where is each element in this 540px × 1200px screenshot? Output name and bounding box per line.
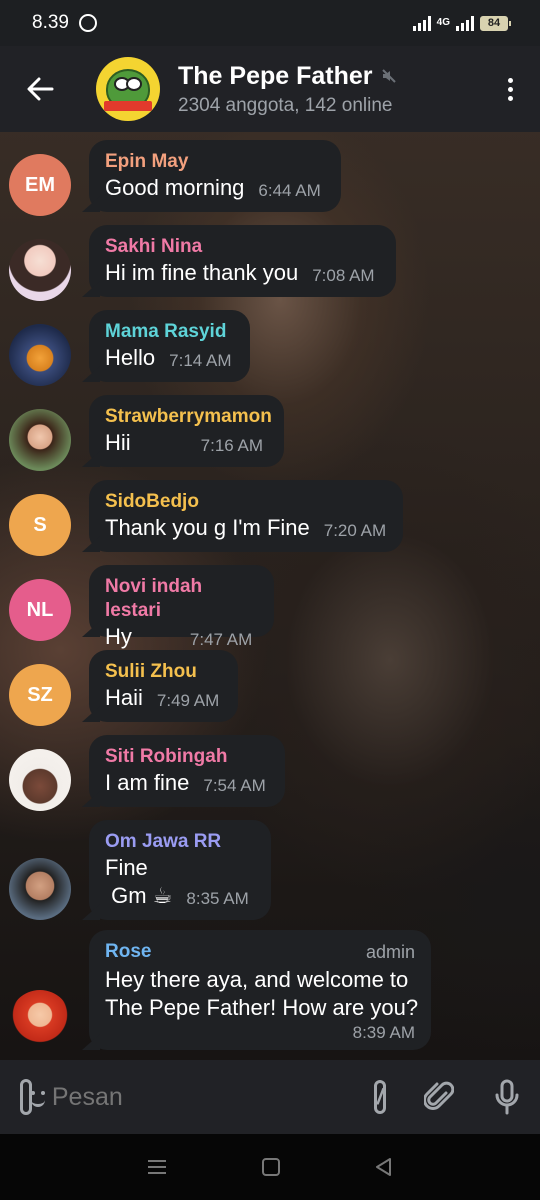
message-text: Hi im fine thank you	[105, 260, 299, 285]
sticker-emoji-button[interactable]	[20, 1079, 45, 1115]
message-time: 8:39 AM	[352, 1023, 415, 1042]
group-info[interactable]: The Pepe Father 2304 anggota, 142 online	[178, 62, 480, 117]
avatar[interactable]	[9, 409, 71, 471]
avatar[interactable]	[9, 858, 71, 920]
member-count: 2304 anggota, 142 online	[178, 94, 393, 116]
bot-command-button[interactable]: /	[373, 1080, 386, 1114]
muted-icon	[381, 69, 396, 83]
message-text: Hello	[105, 345, 156, 370]
message-bubble[interactable]: Siti Robingah I am fine 7:54 AM	[89, 735, 285, 807]
sender-name[interactable]: Sulii Zhou	[105, 660, 222, 684]
message-text: Thank you g I'm Fine	[105, 515, 310, 540]
paperclip-icon	[424, 1081, 454, 1110]
avatar[interactable]	[9, 324, 71, 386]
clock: 8.39	[32, 12, 69, 33]
message-time: 7:47 AM	[189, 630, 253, 649]
avatar[interactable]: S	[9, 494, 71, 556]
message-time: 7:20 AM	[323, 521, 387, 540]
voice-record-button[interactable]	[494, 1077, 520, 1117]
message-text: Fine Gm ☕	[105, 855, 173, 908]
avatar[interactable]: EM	[9, 154, 71, 216]
group-avatar[interactable]	[96, 57, 160, 121]
battery-icon: 84	[480, 15, 511, 31]
message-bubble[interactable]: Sulii Zhou Haii 7:49 AM	[89, 650, 238, 722]
message-text: I am fine	[105, 770, 190, 795]
back-nav-icon[interactable]	[374, 1157, 394, 1177]
message-bubble[interactable]: Strawberrymamon Hii 7:16 AM	[89, 395, 284, 467]
avatar[interactable]: SZ	[9, 664, 71, 726]
message-bubble[interactable]: Novi indah lestari Hy 7:47 AM	[89, 565, 274, 649]
message-text: Hey there aya, and welcome to The Pepe F…	[105, 967, 419, 1020]
system-nav-bar	[0, 1134, 540, 1200]
message-time: 7:16 AM	[200, 436, 264, 455]
message-time: 7:54 AM	[203, 776, 266, 795]
sender-name[interactable]: Rose	[105, 940, 151, 964]
status-bar: 8.39 4G 84	[0, 0, 540, 46]
wifi-signal-icon	[412, 15, 431, 31]
message-bubble[interactable]: Om Jawa RR Fine Gm ☕ 8:35 AM	[89, 820, 271, 920]
more-options-button[interactable]	[480, 46, 540, 132]
home-icon[interactable]	[261, 1157, 281, 1177]
avatar[interactable]	[9, 749, 71, 811]
message-text: Good morning	[105, 175, 245, 200]
network-type: 4G	[436, 17, 450, 28]
message-text: Haii	[105, 685, 143, 710]
sender-name[interactable]: Mama Rasyid	[105, 320, 234, 344]
sender-name[interactable]: Novi indah lestari	[105, 575, 258, 623]
message-input[interactable]	[51, 1082, 374, 1112]
message-input-bar: /	[0, 1060, 540, 1134]
sender-name[interactable]: Om Jawa RR	[105, 830, 255, 854]
chat-header: The Pepe Father 2304 anggota, 142 online	[0, 46, 540, 132]
sender-name[interactable]: SidoBedjo	[105, 490, 387, 514]
admin-badge: admin	[365, 942, 415, 962]
microphone-icon	[495, 1079, 519, 1115]
message-bubble[interactable]: Epin May Good morning 6:44 AM	[89, 140, 341, 212]
avatar[interactable]	[9, 239, 71, 301]
whatsapp-notification-icon	[78, 14, 97, 32]
sender-name[interactable]: Strawberrymamon	[105, 405, 272, 429]
sender-name[interactable]: Siti Robingah	[105, 745, 269, 769]
message-time: 7:14 AM	[169, 351, 232, 370]
avatar[interactable]	[9, 990, 71, 1052]
message-bubble[interactable]: SidoBedjo Thank you g I'm Fine 7:20 AM	[89, 480, 403, 552]
logo-banner	[104, 101, 152, 111]
message-bubble[interactable]: Rose admin Hey there aya, and welcome to…	[89, 930, 431, 1050]
message-time: 6:44 AM	[258, 181, 321, 200]
recent-apps-icon[interactable]	[146, 1158, 168, 1176]
message-text: Hii	[105, 430, 131, 455]
group-title: The Pepe Father	[178, 61, 373, 90]
avatar[interactable]: NL	[9, 579, 71, 641]
sender-name[interactable]: Sakhi Nina	[105, 235, 380, 259]
back-arrow-icon	[27, 77, 54, 101]
message-bubble[interactable]: Sakhi Nina Hi im fine thank you 7:08 AM	[89, 225, 396, 297]
attach-button[interactable]	[424, 1077, 454, 1117]
message-bubble[interactable]: Mama Rasyid Hello 7:14 AM	[89, 310, 250, 382]
message-time: 8:35 AM	[186, 889, 249, 908]
cell-signal-icon	[456, 15, 474, 31]
back-button[interactable]	[0, 46, 80, 132]
sender-name[interactable]: Epin May	[105, 150, 325, 174]
message-time: 7:49 AM	[156, 691, 220, 710]
message-text: Hy	[105, 624, 132, 649]
message-time: 7:08 AM	[312, 266, 375, 285]
